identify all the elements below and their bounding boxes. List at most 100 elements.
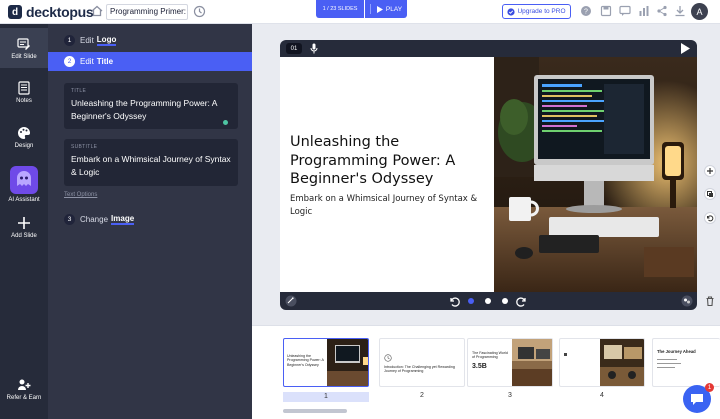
history-icon[interactable] bbox=[193, 5, 206, 18]
layout-dot[interactable] bbox=[502, 298, 508, 304]
decktopus-logo[interactable]: d decktopus bbox=[8, 3, 94, 21]
theme-icon[interactable] bbox=[681, 295, 693, 307]
step-number: 3 bbox=[64, 214, 75, 225]
thumb-title: The Journey Ahead bbox=[657, 349, 696, 354]
help-icon[interactable]: ? bbox=[580, 5, 592, 17]
slides-counter-button[interactable]: 1 / 23 SLIDES bbox=[316, 0, 364, 18]
thumb-image bbox=[600, 339, 644, 386]
step-change-image[interactable]: 3 Change Image bbox=[48, 210, 252, 229]
thumb-line bbox=[657, 363, 681, 364]
nav-edit-slide-label: Edit Slide bbox=[11, 54, 37, 60]
chat-notification-badge: 1 bbox=[705, 383, 714, 392]
svg-text:?: ? bbox=[584, 9, 588, 16]
slide-subtitle[interactable]: Embark on a Whimsical Journey of Syntax … bbox=[290, 193, 486, 219]
upgrade-button[interactable]: Upgrade to PRO bbox=[502, 4, 571, 19]
grammar-status-dot bbox=[223, 120, 228, 125]
layout-dot-active[interactable] bbox=[468, 298, 474, 304]
slide-text-block[interactable]: Unleashing the Programming Power: A Begi… bbox=[290, 133, 486, 219]
edit-slide-icon bbox=[17, 38, 30, 50]
editor-top-bar: 01 bbox=[280, 40, 697, 57]
nav-ai-assistant[interactable]: AI Assistant bbox=[0, 164, 48, 208]
nav-ai-assistant-label: AI Assistant bbox=[8, 197, 40, 203]
verified-badge-icon bbox=[507, 7, 516, 16]
title-field[interactable]: TITLE Unleashing the Programming Power: … bbox=[64, 83, 238, 129]
subtitle-field-value[interactable]: Embark on a Whimsical Journey of Syntax … bbox=[71, 153, 231, 178]
text-options-link[interactable]: Text Options bbox=[64, 192, 97, 198]
subtitle-field-label: SUBTITLE bbox=[71, 144, 98, 150]
thumb-image bbox=[512, 339, 552, 386]
step-verb: Change bbox=[80, 215, 109, 224]
step-edit-title[interactable]: 2 Edit Title bbox=[48, 52, 252, 71]
title-field-label: TITLE bbox=[71, 88, 87, 94]
top-bar: d decktopus Programming Primer: A 1 / 23… bbox=[0, 0, 720, 24]
slide-editor: 01 Unleashing the Programming Power: A B… bbox=[280, 40, 697, 310]
slide-thumbnail[interactable]: Unleashing the Programming Power: A Begi… bbox=[283, 338, 369, 387]
step-key: Title bbox=[96, 57, 114, 66]
nav-notes-label: Notes bbox=[16, 98, 32, 104]
subtitle-field[interactable]: SUBTITLE Embark on a Whimsical Journey o… bbox=[64, 139, 238, 186]
magic-layout-icon[interactable] bbox=[285, 295, 297, 307]
chat-icon bbox=[691, 393, 703, 405]
slide-canvas[interactable]: Unleashing the Programming Power: A Begi… bbox=[280, 57, 697, 292]
thumb-number: 1 bbox=[283, 392, 369, 402]
step-key: Image bbox=[111, 214, 135, 225]
slide-image-desk-computer[interactable] bbox=[494, 57, 697, 292]
presentation-title-input[interactable]: Programming Primer: A bbox=[106, 4, 188, 20]
slide-title[interactable]: Unleashing the Programming Power: A Begi… bbox=[290, 133, 486, 189]
thumb-clock-icon bbox=[384, 354, 392, 362]
undo-icon[interactable] bbox=[448, 295, 460, 307]
save-icon[interactable] bbox=[600, 5, 612, 17]
thumb-title: Introduction: The Challenging yet Reward… bbox=[384, 365, 455, 374]
left-nav: Edit Slide Notes Design AI Assistant Add… bbox=[0, 24, 48, 419]
download-icon[interactable] bbox=[674, 5, 686, 17]
play-icon bbox=[376, 5, 383, 13]
logo-icon: d bbox=[8, 5, 22, 19]
nav-design[interactable]: Design bbox=[0, 124, 48, 158]
thumb-line bbox=[657, 367, 675, 368]
thumb-marker bbox=[564, 353, 567, 356]
comment-icon[interactable] bbox=[619, 5, 631, 17]
nav-edit-slide[interactable]: Edit Slide bbox=[0, 28, 48, 68]
home-icon[interactable] bbox=[91, 5, 103, 17]
nav-refer-earn[interactable]: Refer & Earn bbox=[0, 376, 48, 410]
step-edit-logo[interactable]: 1 Edit Logo bbox=[48, 31, 252, 50]
slide-thumbnail[interactable]: The Journey Ahead bbox=[652, 338, 720, 387]
thumb-image bbox=[327, 339, 368, 386]
layout-dot[interactable] bbox=[485, 298, 491, 304]
play-button[interactable]: PLAY bbox=[365, 0, 407, 18]
nav-notes[interactable]: Notes bbox=[0, 79, 48, 113]
thumb-number: 3 bbox=[508, 392, 512, 399]
thumb-line bbox=[657, 359, 677, 360]
slide-thumbnail[interactable] bbox=[559, 338, 645, 387]
thumbnail-scrollbar[interactable] bbox=[283, 409, 347, 413]
slide-thumbnail[interactable]: The Fascinating World of Programming 3.5… bbox=[467, 338, 553, 387]
analytics-icon[interactable] bbox=[638, 5, 650, 17]
slide-thumbnail[interactable]: Introduction: The Challenging yet Reward… bbox=[379, 338, 465, 387]
thumb-title: Unleashing the Programming Power: A Begi… bbox=[287, 354, 324, 367]
refer-earn-icon bbox=[18, 379, 31, 390]
thumb-number: 2 bbox=[420, 392, 424, 399]
trash-icon[interactable] bbox=[704, 295, 716, 307]
upgrade-label: Upgrade to PRO bbox=[517, 8, 566, 15]
step-verb: Edit bbox=[80, 57, 94, 66]
user-avatar[interactable]: A bbox=[691, 3, 708, 20]
duplicate-icon[interactable] bbox=[704, 188, 716, 200]
nav-add-slide[interactable]: Add Slide bbox=[0, 214, 48, 248]
present-play-icon[interactable] bbox=[681, 43, 690, 54]
step-verb: Edit bbox=[80, 36, 94, 45]
ai-assistant-icon bbox=[10, 166, 38, 194]
notes-icon bbox=[18, 81, 30, 95]
reset-icon[interactable] bbox=[704, 212, 716, 224]
nav-refer-earn-label: Refer & Earn bbox=[6, 395, 42, 401]
title-field-value[interactable]: Unleashing the Programming Power: A Begi… bbox=[71, 97, 231, 122]
edit-panel: 1 Edit Logo 2 Edit Title TITLE Unleashin… bbox=[48, 24, 252, 419]
step-number: 2 bbox=[64, 56, 75, 67]
separator bbox=[369, 4, 371, 14]
share-icon[interactable] bbox=[656, 5, 668, 17]
editor-bottom-bar bbox=[280, 292, 697, 310]
microphone-icon[interactable] bbox=[310, 43, 318, 54]
slide-thumbnail-strip: Unleashing the Programming Power: A Begi… bbox=[252, 325, 720, 419]
add-element-icon[interactable] bbox=[704, 165, 716, 177]
redo-icon[interactable] bbox=[516, 295, 528, 307]
thumb-number: 4 bbox=[600, 392, 604, 399]
